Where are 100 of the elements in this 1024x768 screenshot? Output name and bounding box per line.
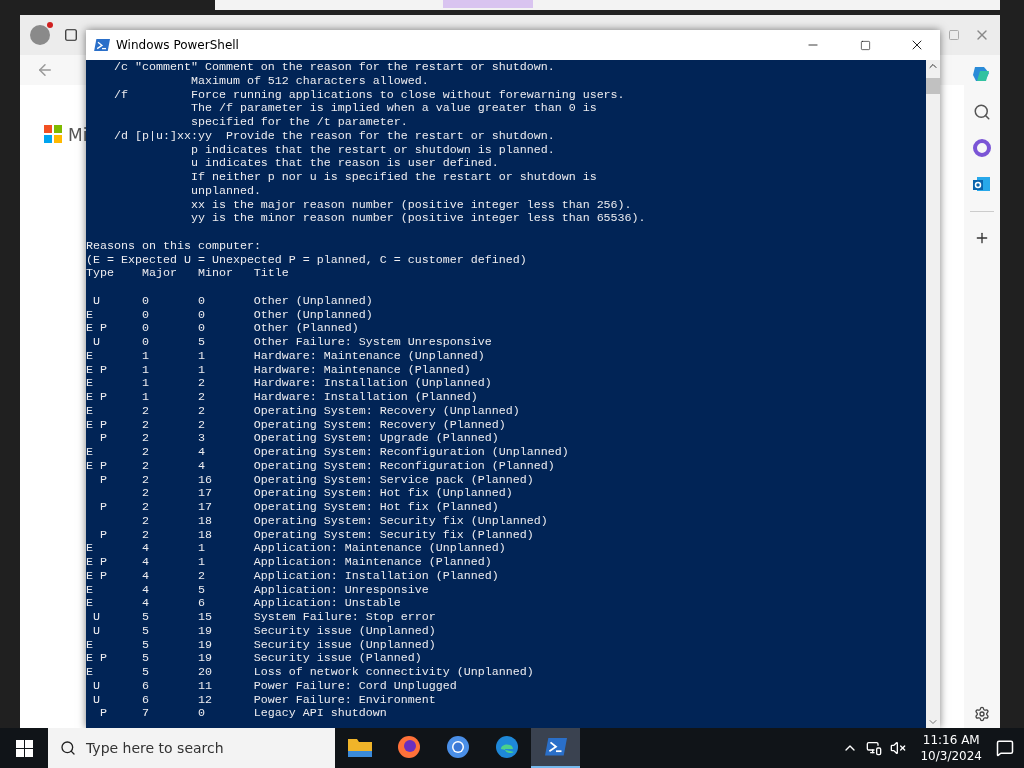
table-cell: 0 [197, 307, 205, 322]
table-cell-text: U [92, 335, 100, 349]
table-cell: 0 [197, 293, 205, 308]
table-cell: 1 [141, 376, 149, 391]
table-cell: E [86, 541, 93, 556]
console-line: p indicates that the restart or shutdown is planned. [189, 143, 556, 158]
console-line: (E = Expected U = Unexpected P = planned, C = customer defined) [86, 253, 528, 268]
table-cell: 2 [141, 500, 149, 514]
table-cell-text: U [92, 610, 100, 624]
table-cell: 1 [141, 390, 149, 404]
table-cell: 17 [197, 500, 212, 514]
table-cell-text: P [99, 431, 107, 446]
circle-globe-icon [445, 735, 470, 759]
table-cell: 2 [141, 431, 149, 446]
table-cell: E P [86, 417, 107, 432]
network-icon[interactable] [866, 740, 883, 756]
table-cell: 4 [197, 458, 205, 473]
table-cell: 4 [141, 568, 149, 583]
profile-avatar[interactable] [30, 25, 50, 45]
console-line: The /f parameter is implied when a value greater than 0 is [189, 102, 598, 116]
console-line: Maximum of 512 characters allowed. [189, 74, 430, 89]
table-cell: Operating System: Reconfiguration (Unplanned) [253, 445, 569, 459]
search-icon[interactable] [973, 103, 991, 121]
search-placeholder: Type here to search [86, 740, 224, 756]
table-cell: 18 [197, 527, 212, 542]
mail-app-icon[interactable] [973, 175, 991, 193]
add-icon[interactable] [974, 230, 990, 246]
folder-icon [347, 737, 372, 757]
table-cell: Hardware: Installation (Unplanned) [253, 376, 492, 391]
table-cell: 2 [197, 376, 205, 391]
table-cell: Power Failure: Cord Unplugged [253, 678, 457, 693]
table-cell: Operating System: Hot fix (Unplanned) [253, 486, 513, 501]
ring-icon[interactable] [973, 139, 991, 157]
table-cell: E P [86, 555, 107, 569]
table-cell: 4 [141, 541, 149, 556]
table-cell: 19 [197, 637, 212, 652]
table-cell: 2 [141, 417, 149, 432]
table-cell-text: U [92, 692, 100, 707]
table-cell: Other (Unplanned) [253, 307, 373, 322]
search-field[interactable]: Type here to search [48, 728, 335, 768]
table-cell: 1 [197, 348, 205, 363]
table-cell-text: U [92, 293, 100, 308]
table-cell: 0 [141, 293, 149, 308]
clock[interactable]: 11:16 AM 10/3/2024 [914, 732, 988, 764]
table-cell: 0 [141, 335, 149, 349]
table-cell: 0 [197, 706, 205, 721]
back-icon[interactable] [36, 61, 54, 79]
table-cell: Application: Maintenance (Unplanned) [253, 541, 506, 556]
wave-circle-icon [494, 735, 519, 759]
table-cell: 5 [141, 623, 149, 638]
notifications-icon[interactable] [996, 739, 1014, 757]
table-cell: Security issue (Unplanned) [253, 623, 436, 638]
windows-logo-icon[interactable] [15, 739, 33, 757]
table-cell: Operating System: Hot fix (Planned) [253, 500, 499, 514]
table-cell: 2 [197, 417, 205, 432]
table-cell: 0 [197, 321, 205, 336]
table-cell: 11 [197, 678, 212, 693]
column-header: Minor [197, 267, 233, 281]
table-cell: Operating System: Recovery (Planned) [253, 417, 506, 432]
table-cell: E [86, 637, 93, 652]
table-cell: E P [86, 390, 107, 404]
console-line: yy is the minor reason number (positive integer less than 65536). [189, 212, 647, 226]
notification-dot [47, 22, 53, 28]
table-cell: E [86, 307, 93, 322]
scroll-thumb[interactable] [926, 78, 940, 94]
table-cell: 2 [141, 403, 149, 418]
table-cell: 1 [141, 348, 149, 363]
console-line: unplanned. [189, 184, 262, 199]
table-cell: 2 [197, 403, 205, 418]
table-cell: 5 [197, 335, 205, 349]
tab-actions-icon[interactable] [64, 28, 78, 42]
console-line: /f Force running applications to close without forewarning users. [112, 88, 626, 103]
table-cell: 2 [141, 486, 149, 501]
table-cell: 5 [141, 665, 149, 679]
table-cell: 1 [197, 541, 205, 556]
table-cell: Operating System: Upgrade (Planned) [253, 431, 499, 446]
table-cell: E P [86, 568, 107, 583]
console-line: specified for the /t parameter. [189, 116, 409, 130]
settings-icon[interactable] [974, 706, 990, 722]
table-cell: 4 [141, 582, 149, 597]
maximize-icon [859, 39, 871, 51]
table-cell: System Failure: Stop error [253, 610, 436, 624]
table-cell: Hardware: Maintenance (Planned) [253, 362, 471, 377]
table-cell: 3 [197, 431, 205, 446]
table-cell: 2 [197, 390, 205, 404]
window-title: Windows PowerShell [116, 38, 239, 52]
terminal-icon [544, 738, 567, 756]
table-cell: 0 [141, 321, 149, 336]
console-line: /d [p|u:]xx:yy Provide the reason for the restart or shutdown. [112, 129, 556, 144]
table-cell: 19 [197, 623, 212, 638]
table-cell: 6 [197, 596, 205, 611]
table-cell: 15 [197, 610, 212, 624]
volume-muted-icon[interactable] [890, 740, 907, 756]
table-cell: 2 [197, 568, 205, 583]
console-line: u indicates that the reason is user defined. [189, 157, 500, 171]
table-cell: 1 [141, 362, 149, 377]
table-cell: Power Failure: Environment [253, 692, 436, 707]
table-cell: 5 [141, 651, 149, 666]
table-cell: Other (Planned) [253, 321, 359, 336]
table-cell: E [86, 376, 93, 391]
